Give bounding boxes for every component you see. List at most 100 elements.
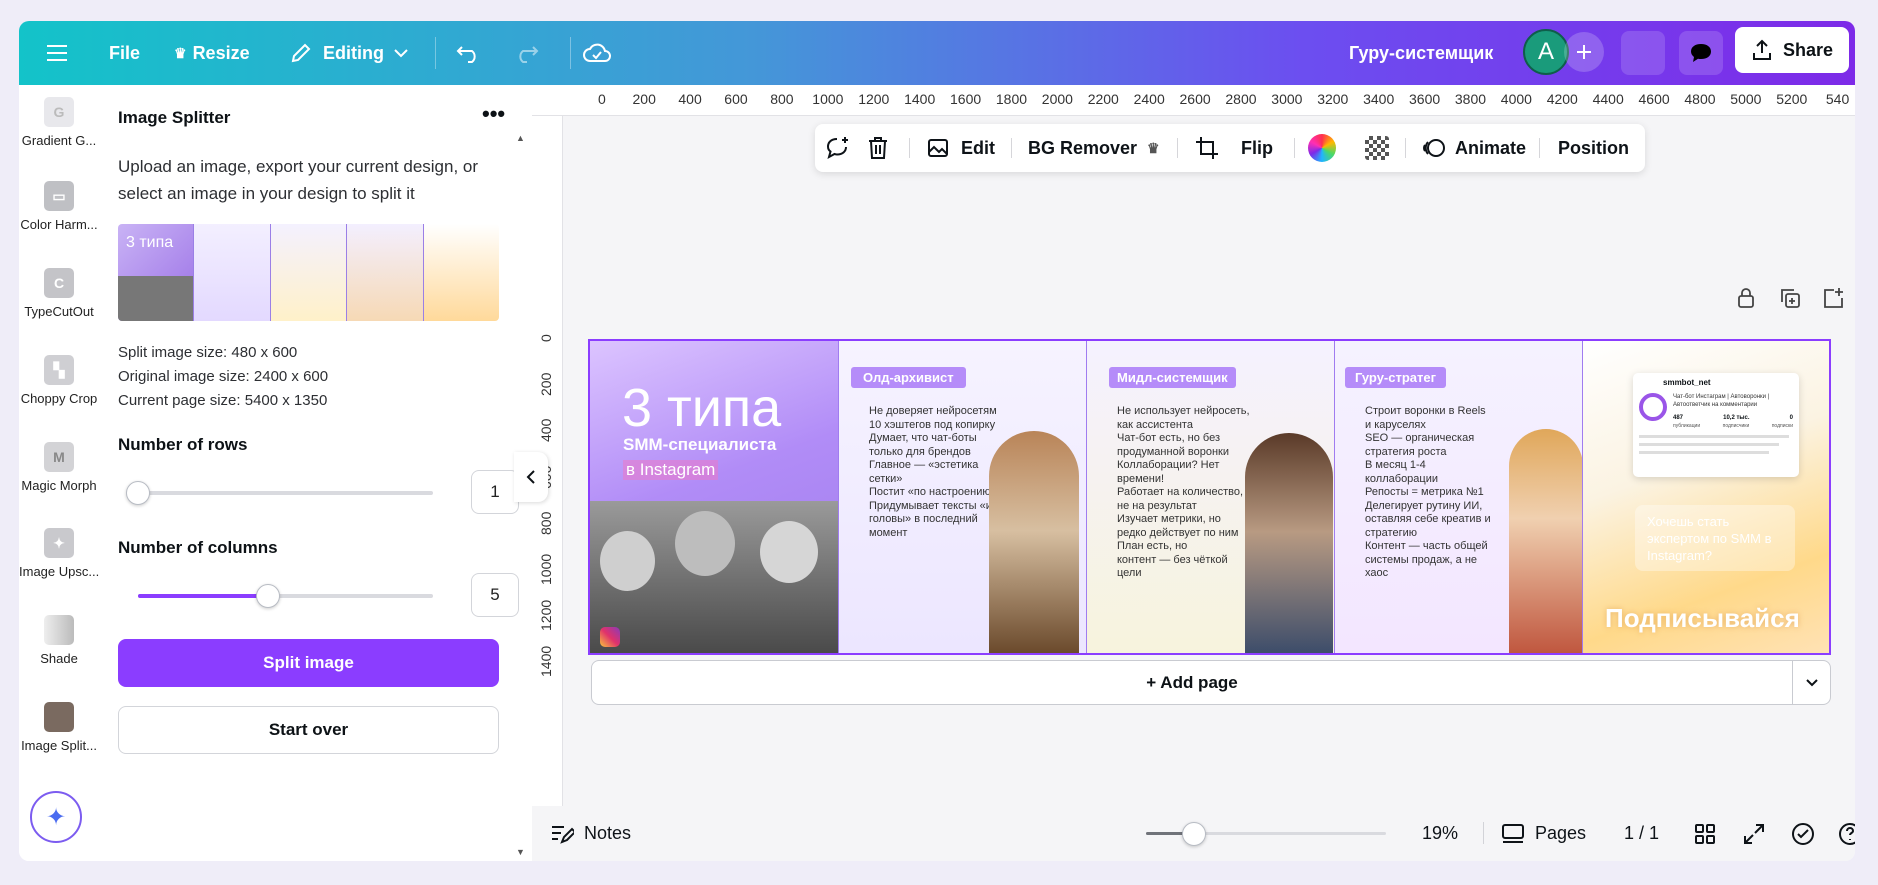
bullet-line: системы продаж, а не xyxy=(1365,553,1478,566)
help-icon xyxy=(1839,822,1855,845)
image-splitter-panel: Image Splitter ••• ▲ Upload an image, ex… xyxy=(99,85,548,861)
page-counter[interactable]: 1 / 1 xyxy=(1624,806,1659,861)
divider xyxy=(1294,138,1295,158)
start-over-button[interactable]: Start over xyxy=(118,706,499,754)
duplicate-page-button[interactable] xyxy=(1779,287,1803,311)
panel-description: Upload an image, export your current des… xyxy=(118,157,479,203)
split-image-button[interactable]: Split image xyxy=(118,639,499,687)
profile-stat-followers: 10,2 тыс. xyxy=(1723,415,1750,421)
add-page-label: + Add page xyxy=(1146,672,1238,692)
redo-button[interactable] xyxy=(513,21,539,85)
rows-input[interactable]: 1 xyxy=(471,470,519,514)
rail-item-image-upscaler[interactable]: ✦ Image Upsc... xyxy=(19,528,99,579)
crop-button[interactable] xyxy=(1195,124,1219,172)
more-options-button[interactable]: ••• xyxy=(482,103,512,125)
panel-title: Image Splitter xyxy=(118,108,231,127)
gradient-app-icon: G xyxy=(44,97,74,127)
menu-button[interactable] xyxy=(39,21,75,85)
rail-item-shade[interactable]: Shade xyxy=(19,615,99,666)
columns-slider-track[interactable] xyxy=(138,594,433,598)
ruler-tick-label: 800 xyxy=(770,91,794,107)
ruler-tick-label: 540 xyxy=(1825,91,1850,107)
collapse-panel-button[interactable] xyxy=(514,452,548,502)
palette-app-icon: ▭ xyxy=(44,181,74,211)
delete-button[interactable] xyxy=(867,124,889,172)
undo-button[interactable] xyxy=(456,21,482,85)
rail-item-gradient[interactable]: G Gradient G... xyxy=(19,97,99,148)
rows-slider-track[interactable] xyxy=(138,491,433,495)
comment-add-button[interactable] xyxy=(825,124,851,172)
insights-button[interactable] xyxy=(1621,31,1665,75)
columns-input[interactable]: 5 xyxy=(471,573,519,617)
ruler-tick-label: 3800 xyxy=(1454,91,1487,107)
cloud-save-button[interactable] xyxy=(582,21,612,85)
help-button[interactable] xyxy=(1838,806,1855,861)
file-menu-button[interactable]: File xyxy=(109,21,140,85)
rail-item-image-splitter[interactable]: Image Split... xyxy=(19,702,99,753)
shade-app-icon xyxy=(44,615,74,645)
image-preview: 3 типа xyxy=(118,224,499,321)
comments-button[interactable] xyxy=(1679,31,1723,75)
project-title[interactable]: Гуру-системщик xyxy=(1349,21,1493,85)
rail-item-typecutout[interactable]: C TypeCutOut xyxy=(19,268,99,319)
scroll-up-icon[interactable]: ▲ xyxy=(516,133,525,143)
color-button[interactable] xyxy=(1308,124,1336,172)
notes-button[interactable]: Notes xyxy=(550,806,631,861)
zoom-value[interactable]: 19% xyxy=(1398,806,1458,861)
rows-slider-handle[interactable] xyxy=(126,481,150,505)
ruler-tick-label: 200 xyxy=(632,91,656,107)
pages-button[interactable]: Pages xyxy=(1501,806,1586,861)
rail-item-choppy-crop[interactable]: ▚ Choppy Crop xyxy=(19,355,99,406)
ruler-tick-label: 3200 xyxy=(1317,91,1349,107)
magic-assistant-button[interactable]: ✦ xyxy=(30,791,82,843)
add-page-top-button[interactable] xyxy=(1822,287,1846,311)
grid-view-button[interactable] xyxy=(1694,806,1716,861)
hero-tag: в Instagram xyxy=(623,460,719,480)
add-page-button[interactable]: + Add page xyxy=(591,660,1793,705)
lock-page-button[interactable] xyxy=(1735,287,1759,311)
share-label: Share xyxy=(1782,39,1834,60)
preview-slice: 3 типа xyxy=(118,224,194,321)
profile-stat-following: 0 xyxy=(1789,415,1793,421)
animate-button[interactable]: Animate xyxy=(1421,124,1526,172)
columns-slider-handle[interactable] xyxy=(255,584,280,608)
column-bullets: Строит воронки в Reels и каруселях SEO — о… xyxy=(1365,405,1515,581)
grid-icon xyxy=(1695,823,1715,844)
transparency-button[interactable] xyxy=(1365,124,1389,172)
pencil-icon xyxy=(291,43,311,63)
design-slide-hero[interactable]: 3 типа SMM-специалиста в Instagram xyxy=(590,341,838,653)
chevron-down-icon xyxy=(394,49,408,58)
design-slide-cta[interactable]: smmbot_net Чат-бот Инстаграм | Автоворон… xyxy=(1582,341,1829,653)
rail-item-magic-morph[interactable]: M Magic Morph xyxy=(19,442,99,493)
resize-button[interactable]: ♛ Resize xyxy=(174,21,250,85)
share-button[interactable]: Share xyxy=(1735,27,1849,73)
edit-button[interactable]: Edit xyxy=(927,124,995,172)
cloud-check-icon xyxy=(583,43,611,62)
fullscreen-button[interactable] xyxy=(1743,806,1765,861)
invite-button[interactable] xyxy=(1564,32,1604,72)
apps-rail: G Gradient G... ▭ Color Harm... C TypeCu… xyxy=(19,85,99,861)
zoom-slider-handle[interactable] xyxy=(1182,822,1206,846)
design-slide-guru[interactable]: Гуру-стратег Строит воронки в Reels и кар… xyxy=(1334,341,1583,653)
position-button[interactable]: Position xyxy=(1558,124,1629,172)
ruler-tick-label: 4400 xyxy=(1592,91,1624,107)
design-slide-middle[interactable]: Мидл-системщик Не использует нейросеть, к… xyxy=(1086,341,1334,653)
rail-item-color-harmony[interactable]: ▭ Color Harm... xyxy=(19,181,99,232)
check-button[interactable] xyxy=(1791,806,1815,861)
preview-slice xyxy=(269,224,347,321)
scroll-down-icon[interactable]: ▼ xyxy=(516,847,525,857)
split-size-text: Split image size: 480 x 600 xyxy=(118,344,298,361)
rail-item-label: Shade xyxy=(40,651,78,666)
upload-icon xyxy=(1752,39,1771,60)
design-page[interactable]: 3 типа SMM-специалиста в Instagram Олд-а… xyxy=(588,339,1831,655)
flip-button[interactable]: Flip xyxy=(1241,124,1273,172)
notes-icon xyxy=(552,825,574,844)
design-slide-old[interactable]: Олд-архивист Не доверяет нейросетям 10 хэ… xyxy=(838,341,1086,653)
hero-title: 3 типа xyxy=(622,378,782,438)
editing-mode-button[interactable]: Editing xyxy=(289,21,408,85)
add-page-options-button[interactable] xyxy=(1792,660,1831,705)
profile-stat-posts: 487 xyxy=(1673,415,1684,421)
avatar[interactable]: A xyxy=(1523,29,1569,75)
bg-remover-button[interactable]: BG Remover ♛ xyxy=(1028,124,1160,172)
preview-slice xyxy=(422,224,499,321)
